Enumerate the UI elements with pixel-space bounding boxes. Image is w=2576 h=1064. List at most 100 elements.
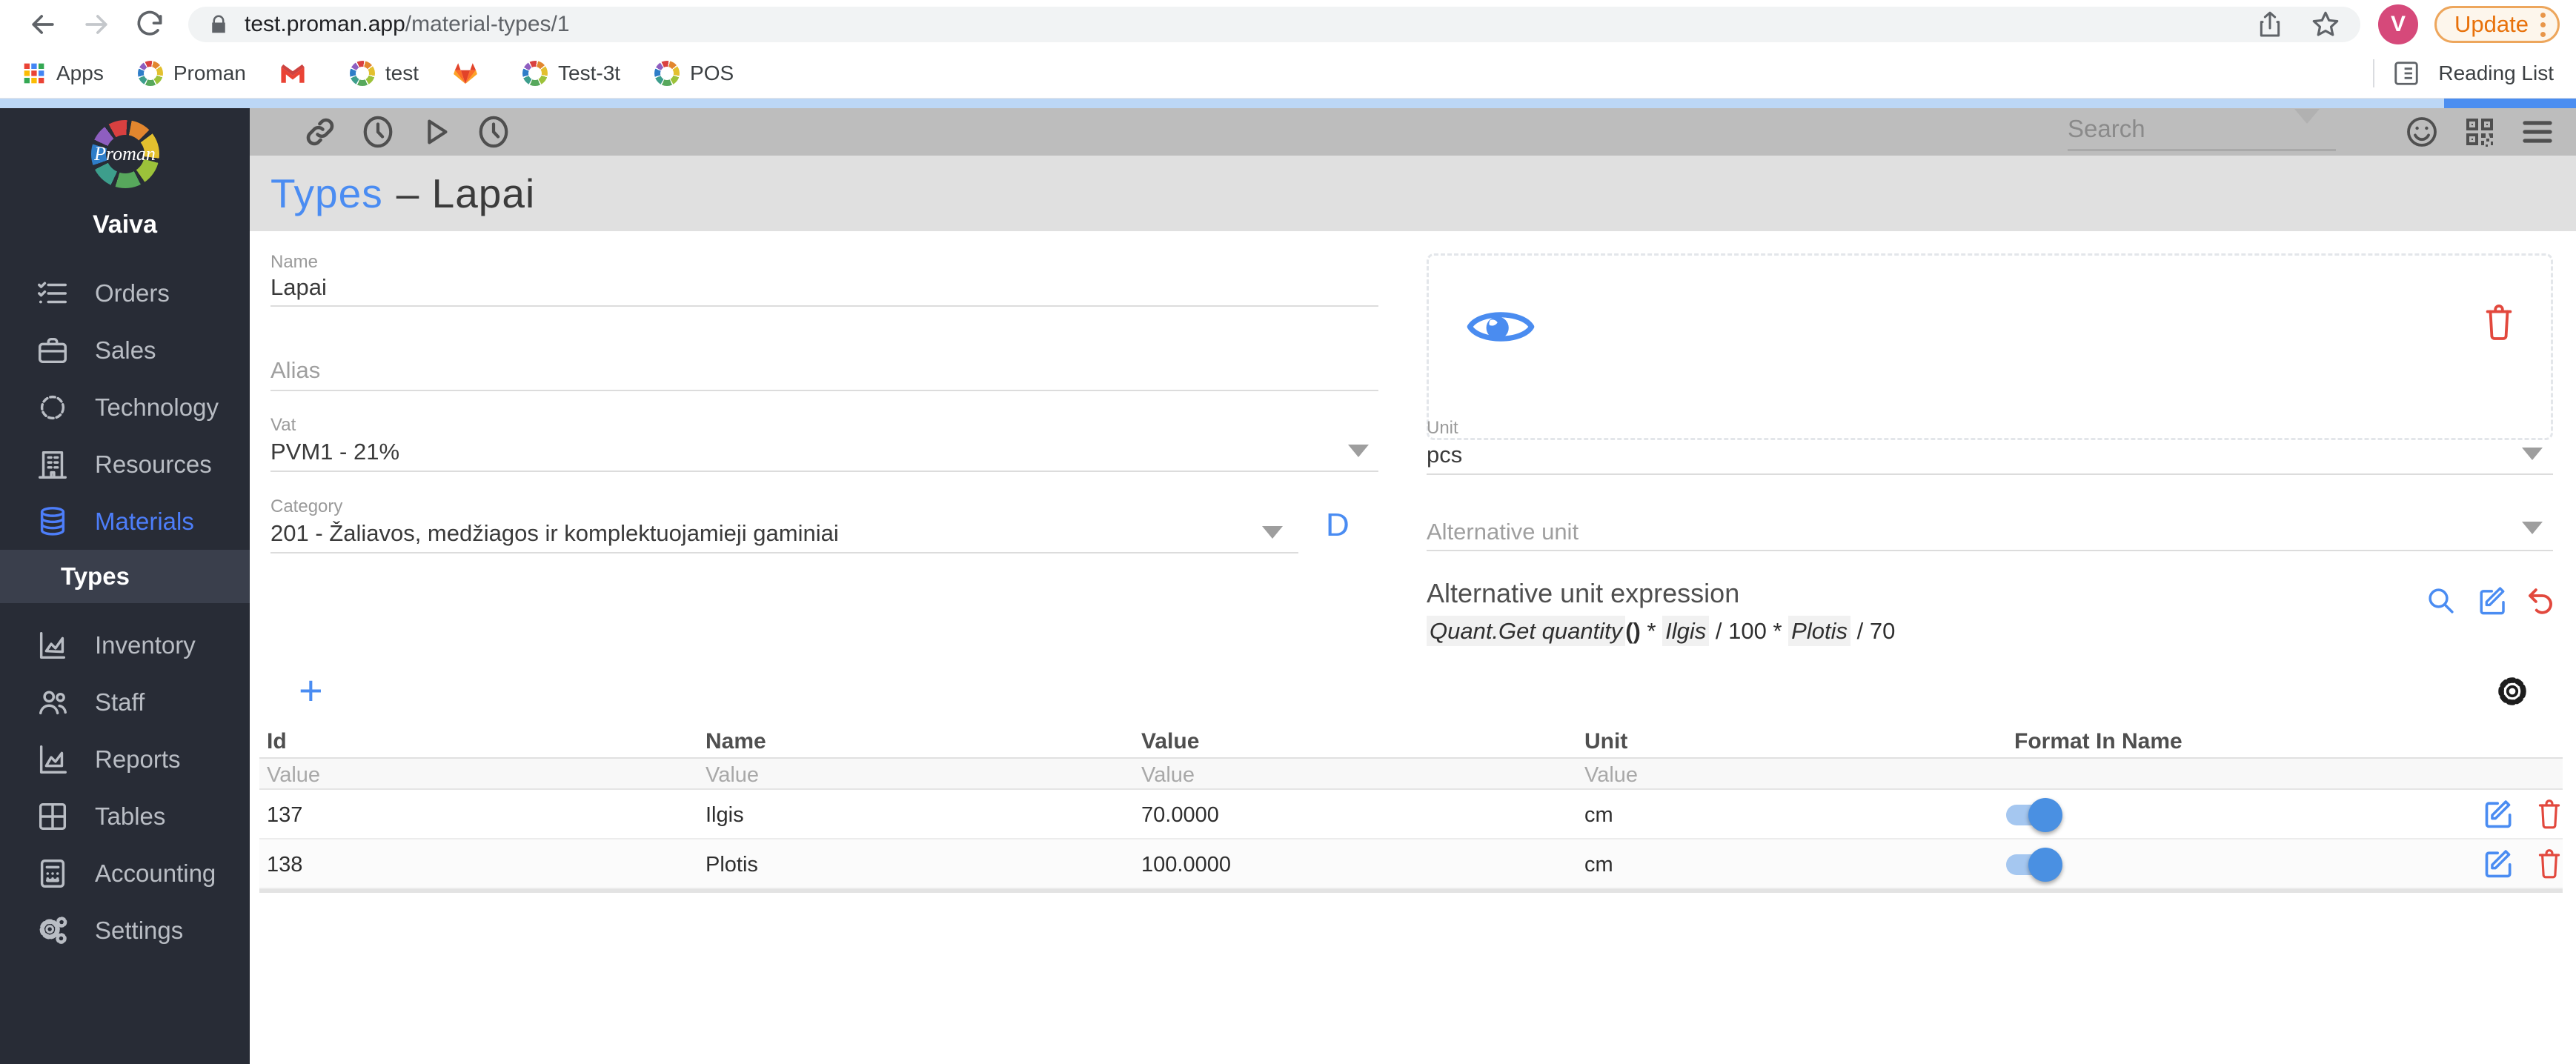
- proman-logo[interactable]: Proman: [90, 120, 159, 188]
- category-dropdown-caret[interactable]: [1262, 526, 1283, 539]
- bookmark-apps[interactable]: Apps: [22, 61, 104, 85]
- chrome-update-button[interactable]: Update: [2434, 6, 2560, 43]
- sidebar-subitem-types[interactable]: Types: [0, 550, 250, 603]
- image-dropzone[interactable]: [1427, 253, 2553, 440]
- column-header-unit[interactable]: Unit: [1584, 729, 1627, 754]
- sidebar-item-accounting[interactable]: Accounting: [0, 845, 250, 902]
- column-header-name[interactable]: Name: [706, 729, 766, 754]
- column-header-value[interactable]: Value: [1141, 729, 1199, 754]
- sidebar-item-tables[interactable]: Tables: [0, 788, 250, 845]
- cell-name: Plotis: [706, 853, 758, 877]
- alternative-unit-dropdown-caret[interactable]: [2522, 522, 2543, 534]
- top-scrollbar-track[interactable]: [0, 99, 2576, 108]
- format-in-name-toggle[interactable]: [2006, 798, 2062, 832]
- badge-icon: [40, 395, 65, 419]
- table-row[interactable]: 137 Ilgis 70.0000 cm: [259, 790, 2563, 839]
- browser-toolbar: test.proman.app/material-types/1 V Updat…: [0, 0, 2576, 49]
- bookmark-pos[interactable]: POS: [654, 61, 734, 86]
- bookmark-proman[interactable]: Proman: [137, 61, 246, 86]
- back-icon[interactable]: [27, 8, 59, 41]
- sidebar-item-sales[interactable]: Sales: [0, 322, 250, 379]
- column-header-format-in-name[interactable]: Format In Name: [2014, 729, 2182, 754]
- bookmark-gitlab[interactable]: [453, 61, 488, 85]
- delete-row-icon[interactable]: [2533, 797, 2566, 830]
- sidebar-item-technology[interactable]: Technology: [0, 379, 250, 436]
- play-icon[interactable]: [419, 115, 453, 149]
- vat-dropdown-caret[interactable]: [1348, 445, 1369, 457]
- add-parameter-button[interactable]: +: [299, 670, 323, 711]
- format-in-name-toggle[interactable]: [2006, 848, 2062, 882]
- gears-icon: [39, 916, 67, 944]
- clock-icon[interactable]: [361, 115, 395, 149]
- sidebar-item-materials[interactable]: Materials: [0, 493, 250, 550]
- filter-input-id[interactable]: Value: [267, 763, 320, 788]
- expression-search-icon[interactable]: [2426, 585, 2457, 616]
- reading-list-label[interactable]: Reading List: [2438, 61, 2554, 85]
- cell-unit: cm: [1584, 803, 1613, 827]
- filter-input-name[interactable]: Value: [706, 763, 759, 788]
- expression-token: Plotis: [1788, 616, 1850, 646]
- sidebar-item-staff[interactable]: Staff: [0, 674, 250, 731]
- reload-icon[interactable]: [133, 8, 166, 41]
- eye-icon[interactable]: [1467, 302, 1535, 351]
- top-scrollbar-thumb[interactable]: [2444, 99, 2576, 108]
- bookmark-star-icon[interactable]: [2310, 9, 2341, 40]
- delete-row-icon[interactable]: [2533, 847, 2566, 880]
- alternative-unit-underline: [1427, 550, 2553, 551]
- vat-select-value[interactable]: PVM1 - 21%: [270, 439, 399, 465]
- apps-grid-icon: [24, 63, 44, 84]
- d-button[interactable]: D: [1326, 507, 1350, 544]
- table-bottom-border: [259, 889, 2563, 893]
- column-header-id[interactable]: Id: [267, 729, 287, 754]
- profile-avatar[interactable]: V: [2378, 4, 2419, 44]
- search-dropdown-caret[interactable]: [2294, 108, 2320, 124]
- alias-field[interactable]: Alias: [270, 357, 320, 384]
- smiley-icon[interactable]: [2404, 114, 2440, 150]
- edit-row-icon[interactable]: [2483, 797, 2515, 830]
- hamburger-menu-icon[interactable]: [2520, 114, 2555, 150]
- bookmark-label: POS: [690, 61, 734, 84]
- unit-select-value[interactable]: pcs: [1427, 442, 1462, 468]
- sidebar-item-inventory[interactable]: Inventory: [0, 616, 250, 674]
- unit-dropdown-caret[interactable]: [2522, 448, 2543, 460]
- factory-icon: [39, 631, 66, 659]
- address-bar[interactable]: test.proman.app/material-types/1: [188, 7, 2361, 42]
- table-filter-row: Value Value Value Value: [259, 759, 2563, 790]
- edit-row-icon[interactable]: [2483, 847, 2515, 880]
- expression-value[interactable]: Quant.Get quantity() * Ilgis / 100 * Plo…: [1427, 616, 1896, 646]
- page-title-section[interactable]: Types: [270, 170, 383, 217]
- sidebar-item-orders[interactable]: Orders: [0, 265, 250, 322]
- alternative-unit-field[interactable]: Alternative unit: [1427, 519, 1579, 545]
- history-clock-icon[interactable]: [477, 115, 511, 149]
- proman-logo-icon: [137, 61, 163, 86]
- filter-input-value[interactable]: Value: [1141, 763, 1195, 788]
- browser-menu-icon[interactable]: [2540, 12, 2546, 37]
- name-underline: [270, 305, 1378, 307]
- bookmark-gmail[interactable]: [280, 62, 316, 84]
- category-select-value[interactable]: 201 - Žaliavos, medžiagos ir komplektuoj…: [270, 520, 839, 547]
- table-row[interactable]: 138 Plotis 100.0000 cm: [259, 839, 2563, 889]
- expression-undo-icon[interactable]: [2525, 585, 2556, 616]
- expression-edit-icon[interactable]: [2477, 585, 2509, 616]
- divider: [2373, 59, 2375, 87]
- link-icon[interactable]: [303, 115, 337, 149]
- forward-icon[interactable]: [80, 8, 113, 41]
- sidebar-item-reports[interactable]: Reports: [0, 731, 250, 788]
- cell-id: 137: [267, 803, 303, 827]
- expression-token: / 70: [1850, 618, 1896, 644]
- expression-token: Quant.Get quantity: [1427, 616, 1626, 646]
- name-value[interactable]: Lapai: [270, 274, 327, 301]
- sidebar-item-label: Materials: [95, 507, 194, 535]
- cell-unit: cm: [1584, 853, 1613, 877]
- table-settings-gear-icon[interactable]: [2494, 673, 2531, 710]
- bookmark-test-3t[interactable]: Test-3t: [522, 61, 620, 86]
- filter-input-unit[interactable]: Value: [1584, 763, 1638, 788]
- sidebar-item-resources[interactable]: Resources: [0, 436, 250, 493]
- bookmark-label: Proman: [173, 61, 246, 84]
- sidebar-item-settings[interactable]: Settings: [0, 902, 250, 959]
- main-panel: Name Lapai Alias Vat PVM1 - 21% Category…: [250, 231, 2576, 1064]
- bookmark-test[interactable]: test: [349, 61, 419, 86]
- share-icon[interactable]: [2255, 10, 2285, 39]
- delete-type-icon[interactable]: [2482, 301, 2516, 342]
- qr-code-icon[interactable]: [2462, 114, 2497, 150]
